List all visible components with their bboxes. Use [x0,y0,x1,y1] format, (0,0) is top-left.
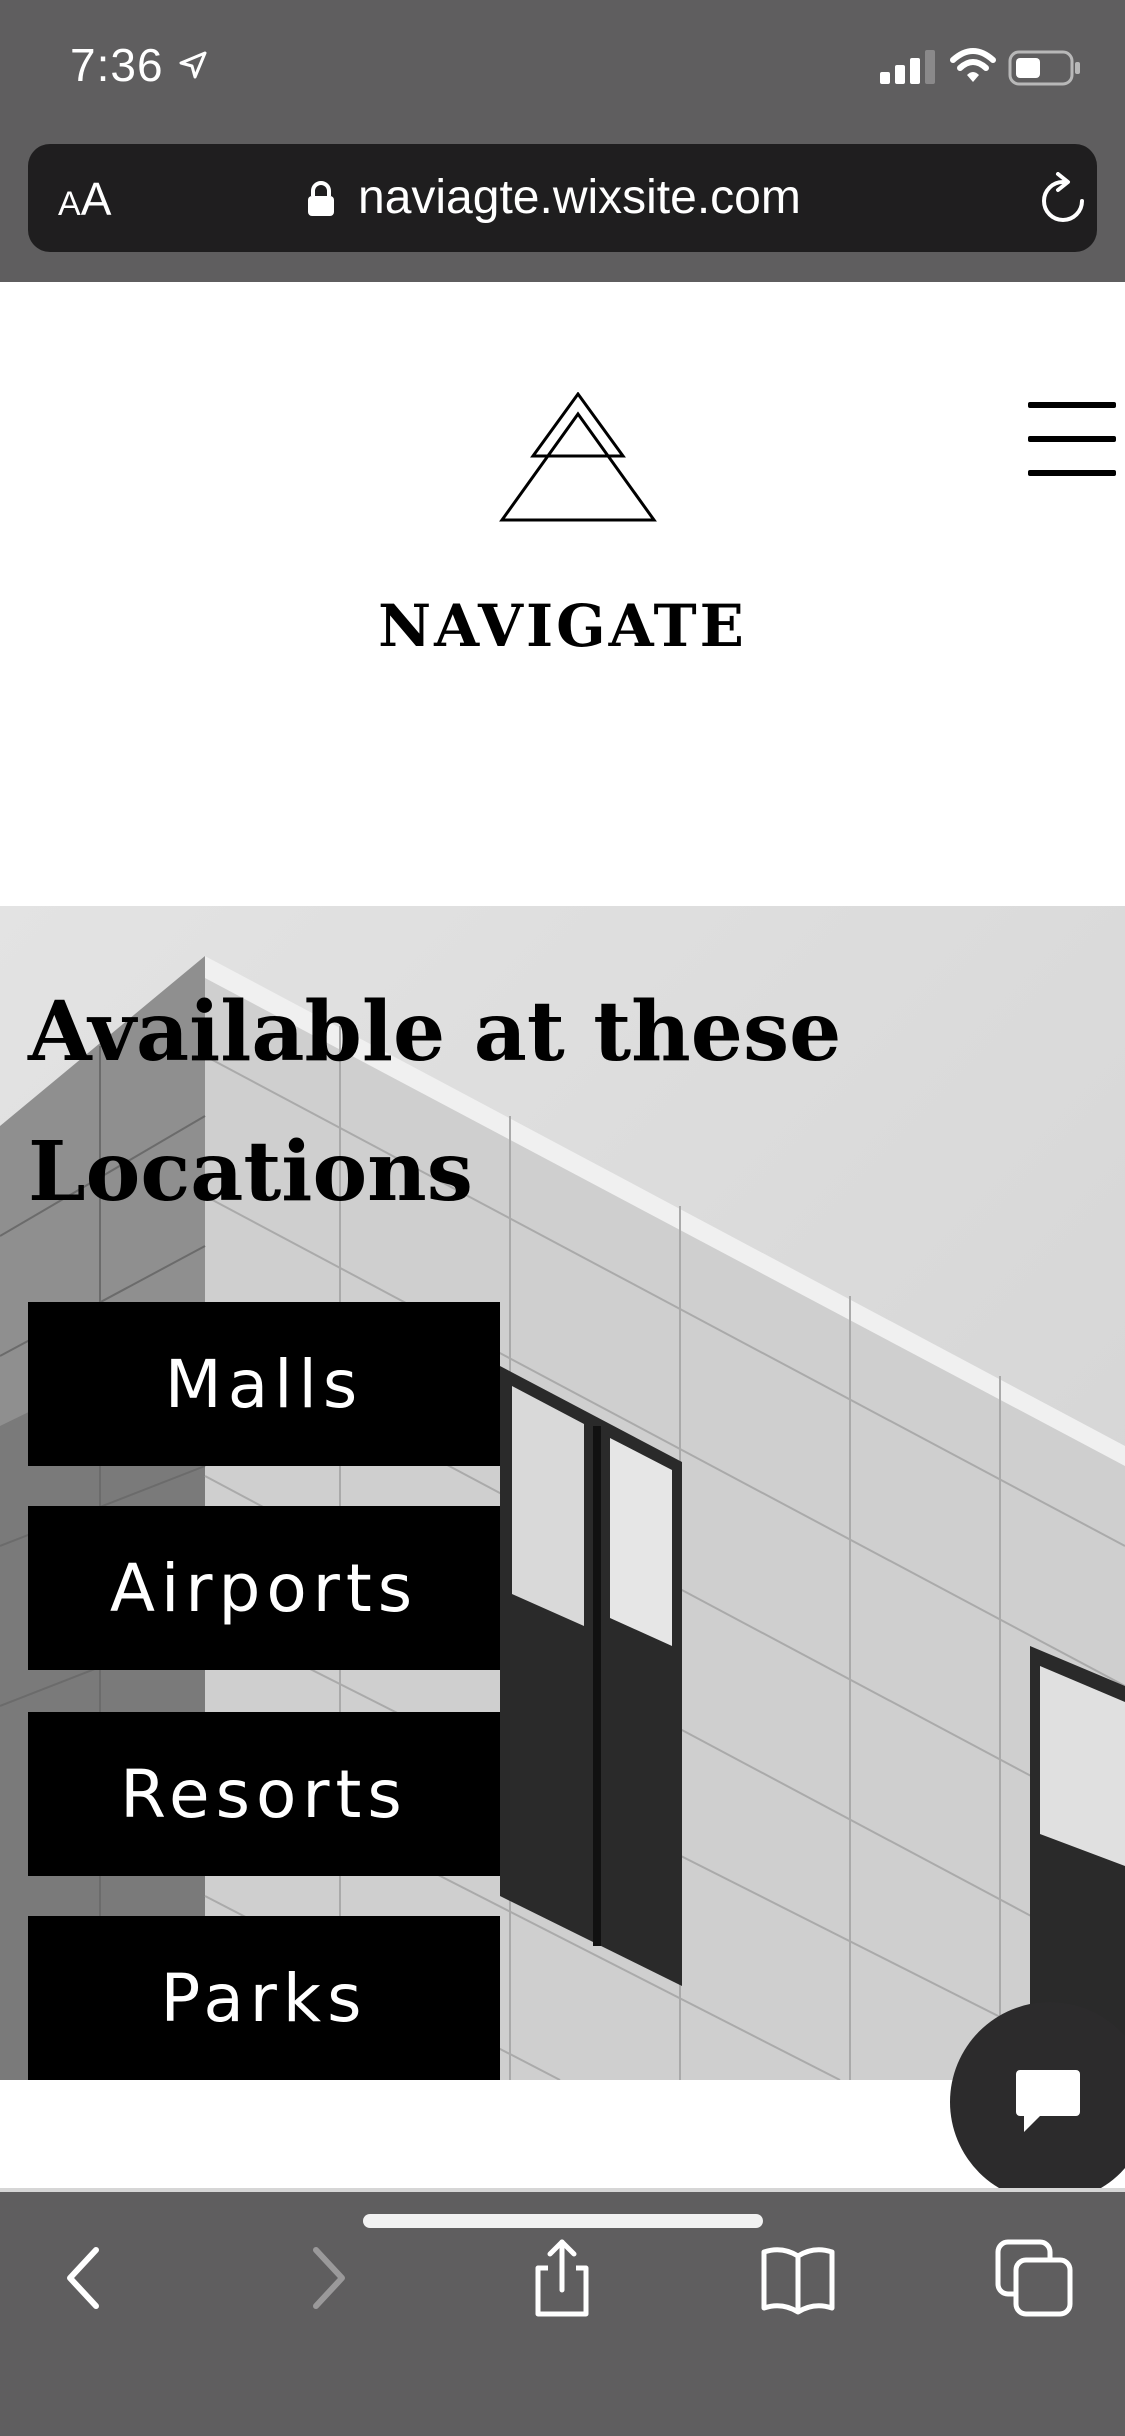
malls-button[interactable]: Malls [28,1302,500,1466]
lock-icon [308,181,334,216]
toolbar-divider [0,2188,1125,2192]
battery-icon [1008,50,1080,86]
back-icon[interactable] [44,2238,124,2318]
home-indicator[interactable] [363,2214,763,2228]
share-icon[interactable] [522,2238,602,2318]
airports-button[interactable]: Airports [28,1506,500,1670]
tabs-icon[interactable] [994,2238,1074,2318]
site-brand[interactable]: NAVIGATE [0,592,1125,660]
reader-settings-button[interactable]: AA [58,172,111,226]
address-bar[interactable]: AA naviagte.wixsite.com [28,144,1097,252]
hamburger-icon[interactable] [1028,398,1116,482]
url-text[interactable]: naviagte.wixsite.com [358,170,801,225]
resorts-button[interactable]: Resorts [28,1712,500,1876]
wifi-icon [950,48,996,82]
triangle-logo-icon[interactable] [498,392,658,522]
browser-top-chrome: 7:36 AA naviagte.wixsite.com [0,0,1125,282]
status-time: 7:36 [70,39,164,91]
site-header: NAVIGATE [0,282,1125,906]
bookmarks-icon[interactable] [758,2238,838,2318]
parks-button[interactable]: Parks [28,1916,500,2080]
reload-icon[interactable] [1038,172,1088,226]
location-arrow-icon [179,51,207,79]
signal-icon [880,50,935,84]
forward-icon[interactable] [288,2238,368,2318]
chat-icon [1016,2070,1080,2132]
locations-title: Available at these Locations [28,984,842,1220]
locations-section: Available at these Locations Malls Airpo… [0,906,1125,2080]
